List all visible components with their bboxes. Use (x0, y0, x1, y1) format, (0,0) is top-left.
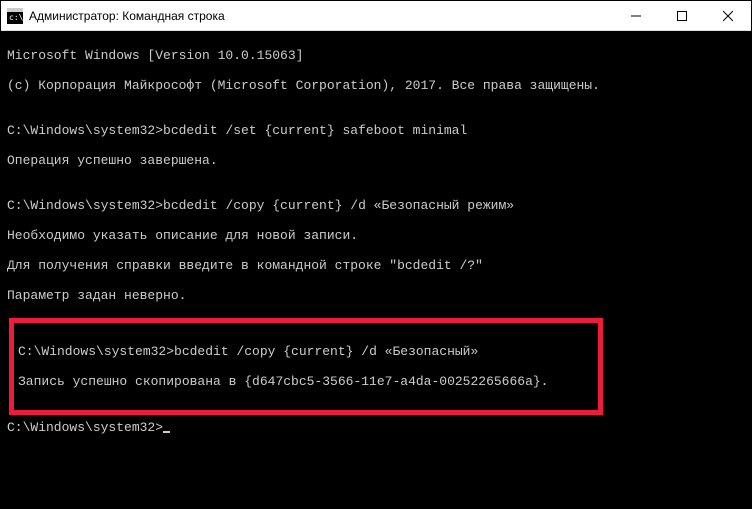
prompt: C:\Windows\system32> (7, 123, 163, 138)
cmd-icon: c:\ (7, 8, 23, 24)
highlight-annotation: C:\Windows\system32>bcdedit /copy {curre… (9, 318, 603, 415)
command-text: bcdedit /copy {current} /d «Безопасный» (174, 344, 478, 359)
prompt: C:\Windows\system32> (18, 344, 174, 359)
svg-text:c:\: c:\ (9, 13, 23, 22)
prompt: C:\Windows\system32> (7, 420, 163, 435)
command-line-3: C:\Windows\system32>bcdedit /copy {curre… (18, 344, 594, 359)
version-line: Microsoft Windows [Version 10.0.15063] (7, 48, 745, 63)
close-button[interactable] (705, 1, 751, 30)
console-output[interactable]: Microsoft Windows [Version 10.0.15063] (… (1, 31, 751, 508)
command-line-1: C:\Windows\system32>bcdedit /set {curren… (7, 123, 745, 138)
minimize-button[interactable] (613, 1, 659, 30)
response-line: Необходимо указать описание для новой за… (7, 228, 745, 243)
window-controls (613, 1, 751, 30)
cursor-icon (163, 431, 170, 433)
response-line: Операция успешно завершена. (7, 153, 745, 168)
response-line: Параметр задан неверно. (7, 288, 745, 303)
response-line: Для получения справки введите в командно… (7, 258, 745, 273)
command-text: bcdedit /set {current} safeboot minimal (163, 123, 467, 138)
maximize-button[interactable] (659, 1, 705, 30)
window-title: Администратор: Командная строка (29, 9, 613, 23)
command-text: bcdedit /copy {current} /d «Безопасный р… (163, 198, 514, 213)
titlebar: c:\ Администратор: Командная строка (1, 1, 751, 31)
command-line-2: C:\Windows\system32>bcdedit /copy {curre… (7, 198, 745, 213)
current-prompt-line: C:\Windows\system32> (7, 420, 745, 435)
copyright-line: (c) Корпорация Майкрософт (Microsoft Cor… (7, 78, 745, 93)
prompt: C:\Windows\system32> (7, 198, 163, 213)
response-line: Запись успешно скопирована в {d647cbc5-3… (18, 374, 594, 389)
